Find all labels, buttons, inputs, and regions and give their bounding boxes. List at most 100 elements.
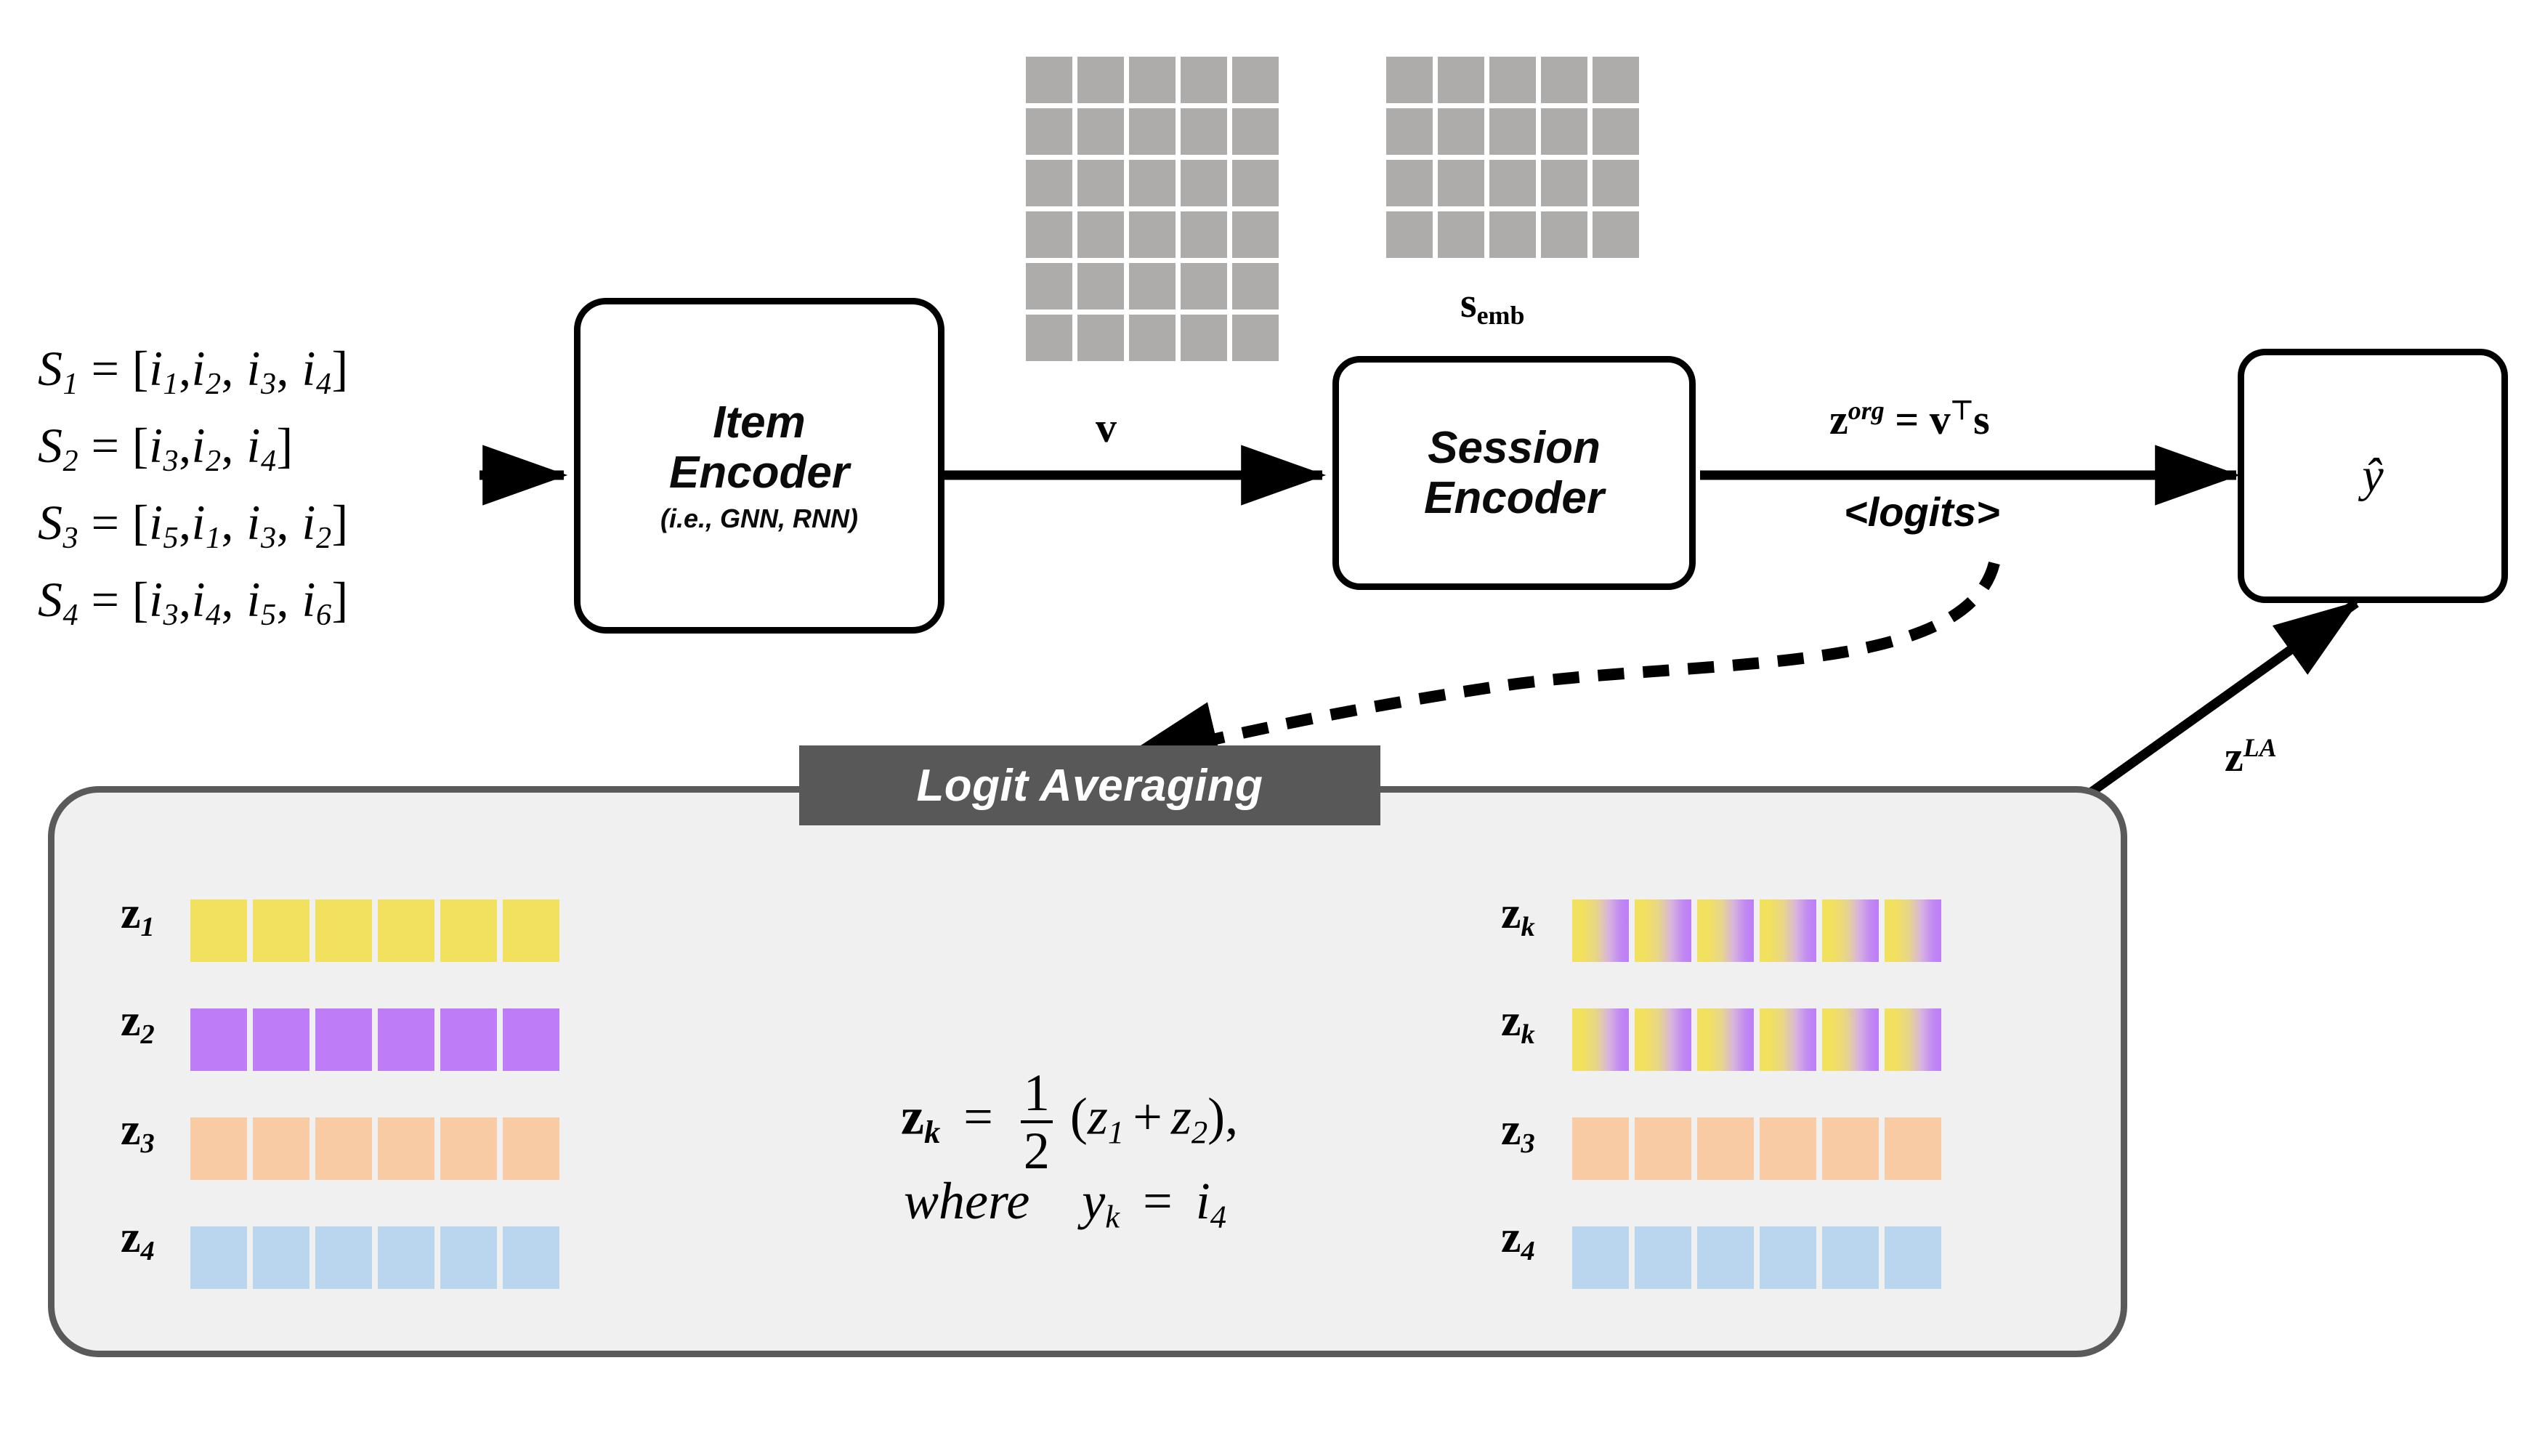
vector-cell xyxy=(1697,1008,1754,1071)
vector-cell xyxy=(315,1008,372,1071)
vector-cell xyxy=(1760,1117,1816,1180)
vector-cell xyxy=(190,1226,247,1289)
vector-cell xyxy=(1822,1226,1879,1289)
matrix-cell xyxy=(1438,160,1484,206)
matrix-cell xyxy=(1077,160,1124,206)
matrix-cell xyxy=(1077,57,1124,103)
vector-cell xyxy=(503,1117,559,1180)
matrix-cell xyxy=(1438,211,1484,258)
left-row-label-z2: z2 xyxy=(121,995,155,1051)
v-edge-label: v xyxy=(1096,407,1117,449)
matrix-cell xyxy=(1181,211,1227,258)
vector-cell xyxy=(1635,1117,1691,1180)
right-vector-row-zk-1 xyxy=(1572,899,1941,962)
z-org-transpose: ⊤ xyxy=(1950,396,1974,425)
left-z2-base: z xyxy=(121,996,141,1046)
z-org-base: z xyxy=(1829,395,1848,443)
vector-cell xyxy=(378,1226,434,1289)
left-z1-base: z xyxy=(121,889,141,938)
right-vector-row-zk-2 xyxy=(1572,1008,1941,1071)
matrix-cell xyxy=(1077,315,1124,361)
matrix-cell xyxy=(1129,108,1176,155)
z-la-superscript: LA xyxy=(2243,733,2277,762)
left-z1-sub: 1 xyxy=(140,911,155,942)
matrix-cell xyxy=(1541,108,1587,155)
matrix-cell xyxy=(1438,108,1484,155)
vector-cell xyxy=(440,1008,497,1071)
averaging-formula-line1: zk = 1 2 (z1 + z2), xyxy=(901,1067,1238,1177)
formula-z2-sub: 2 xyxy=(1191,1114,1208,1151)
formula-close-paren: ), xyxy=(1207,1087,1239,1146)
matrix-cell xyxy=(1541,160,1587,206)
session-line-1: S1 = [i1,i2, i3, i4] xyxy=(38,341,349,401)
formula-where-word: where xyxy=(904,1172,1030,1230)
matrix-cell xyxy=(1386,211,1433,258)
formula-fraction: 1 2 xyxy=(1020,1064,1053,1177)
z-org-edge-label: zorg = v⊤s xyxy=(1829,395,1990,443)
matrix-cell xyxy=(1026,160,1072,206)
matrix-cell xyxy=(1181,57,1227,103)
formula-z2-base: z xyxy=(1170,1087,1191,1146)
matrix-cell xyxy=(1181,108,1227,155)
vector-cell xyxy=(1635,899,1691,962)
matrix-cell xyxy=(1129,263,1176,310)
logit-averaging-banner[interactable]: Logit Averaging xyxy=(799,745,1380,825)
session-encoder-title: Session Encoder xyxy=(1424,423,1604,524)
formula-where-equals: = xyxy=(1143,1172,1173,1230)
right-row-label-zk-2: zk xyxy=(1501,995,1535,1051)
session-line-4: S4 = [i3,i4, i5, i6] xyxy=(38,571,349,632)
matrix-cell xyxy=(1077,108,1124,155)
item-encoder-subtitle: (i.e., GNN, RNN) xyxy=(660,503,858,534)
matrix-cell xyxy=(1386,160,1433,206)
matrix-cell xyxy=(1232,211,1279,258)
formula-frac-numerator: 1 xyxy=(1023,1064,1050,1122)
left-z4-sub: 4 xyxy=(140,1235,155,1266)
formula-z1-base: z xyxy=(1087,1087,1108,1146)
right-z3-base: z xyxy=(1501,1105,1521,1154)
session-encoder-title-line2: Encoder xyxy=(1423,473,1605,523)
z-org-superscript: org xyxy=(1848,396,1885,425)
vector-cell xyxy=(190,899,247,962)
right-zk1-base: z xyxy=(1501,889,1521,938)
left-vector-row-z4 xyxy=(190,1226,559,1289)
vector-cell xyxy=(1822,1008,1879,1071)
vector-cell xyxy=(1760,899,1816,962)
right-z3-sub: 3 xyxy=(1521,1128,1535,1159)
formula-plus: + xyxy=(1133,1087,1162,1146)
logits-label-text: <logits> xyxy=(1844,489,2000,535)
matrix-cell xyxy=(1077,263,1124,310)
vector-cell xyxy=(503,1226,559,1289)
matrix-cell xyxy=(1593,211,1639,258)
item-encoder-box[interactable]: Item Encoder (i.e., GNN, RNN) xyxy=(574,298,944,634)
right-z4-base: z xyxy=(1501,1213,1521,1262)
formula-i-sub: 4 xyxy=(1210,1198,1227,1235)
formula-lhs-base: z xyxy=(901,1087,924,1146)
vector-cell xyxy=(503,1008,559,1071)
vector-cell xyxy=(1885,1008,1941,1071)
matrix-cell xyxy=(1232,57,1279,103)
right-vector-row-z3 xyxy=(1572,1117,1941,1180)
vector-cell xyxy=(440,1117,497,1180)
session-encoder-box[interactable]: Session Encoder xyxy=(1332,356,1696,590)
vector-cell xyxy=(190,1117,247,1180)
matrix-cell xyxy=(1593,108,1639,155)
matrix-cell xyxy=(1232,315,1279,361)
vector-cell xyxy=(1822,1117,1879,1180)
matrix-cell xyxy=(1026,315,1072,361)
output-yhat-label: ŷ xyxy=(2362,449,2384,502)
left-row-label-z4: z4 xyxy=(121,1212,155,1267)
matrix-cell xyxy=(1077,211,1124,258)
averaging-formula-line2: where yk = i4 xyxy=(904,1171,1226,1233)
session-encoder-title-line1: Session xyxy=(1428,422,1601,473)
item-encoder-title-line2: Encoder xyxy=(668,448,850,498)
matrix-cell xyxy=(1129,315,1176,361)
formula-frac-denominator: 2 xyxy=(1020,1120,1053,1177)
vector-cell xyxy=(253,1226,309,1289)
matrix-cell xyxy=(1386,57,1433,103)
matrix-cell xyxy=(1593,57,1639,103)
vector-cell xyxy=(1885,1226,1941,1289)
output-yhat-box[interactable]: ŷ xyxy=(2238,349,2508,603)
matrix-cell xyxy=(1232,108,1279,155)
z-la-edge-label: zLA xyxy=(2225,735,2277,778)
vector-cell xyxy=(378,1008,434,1071)
